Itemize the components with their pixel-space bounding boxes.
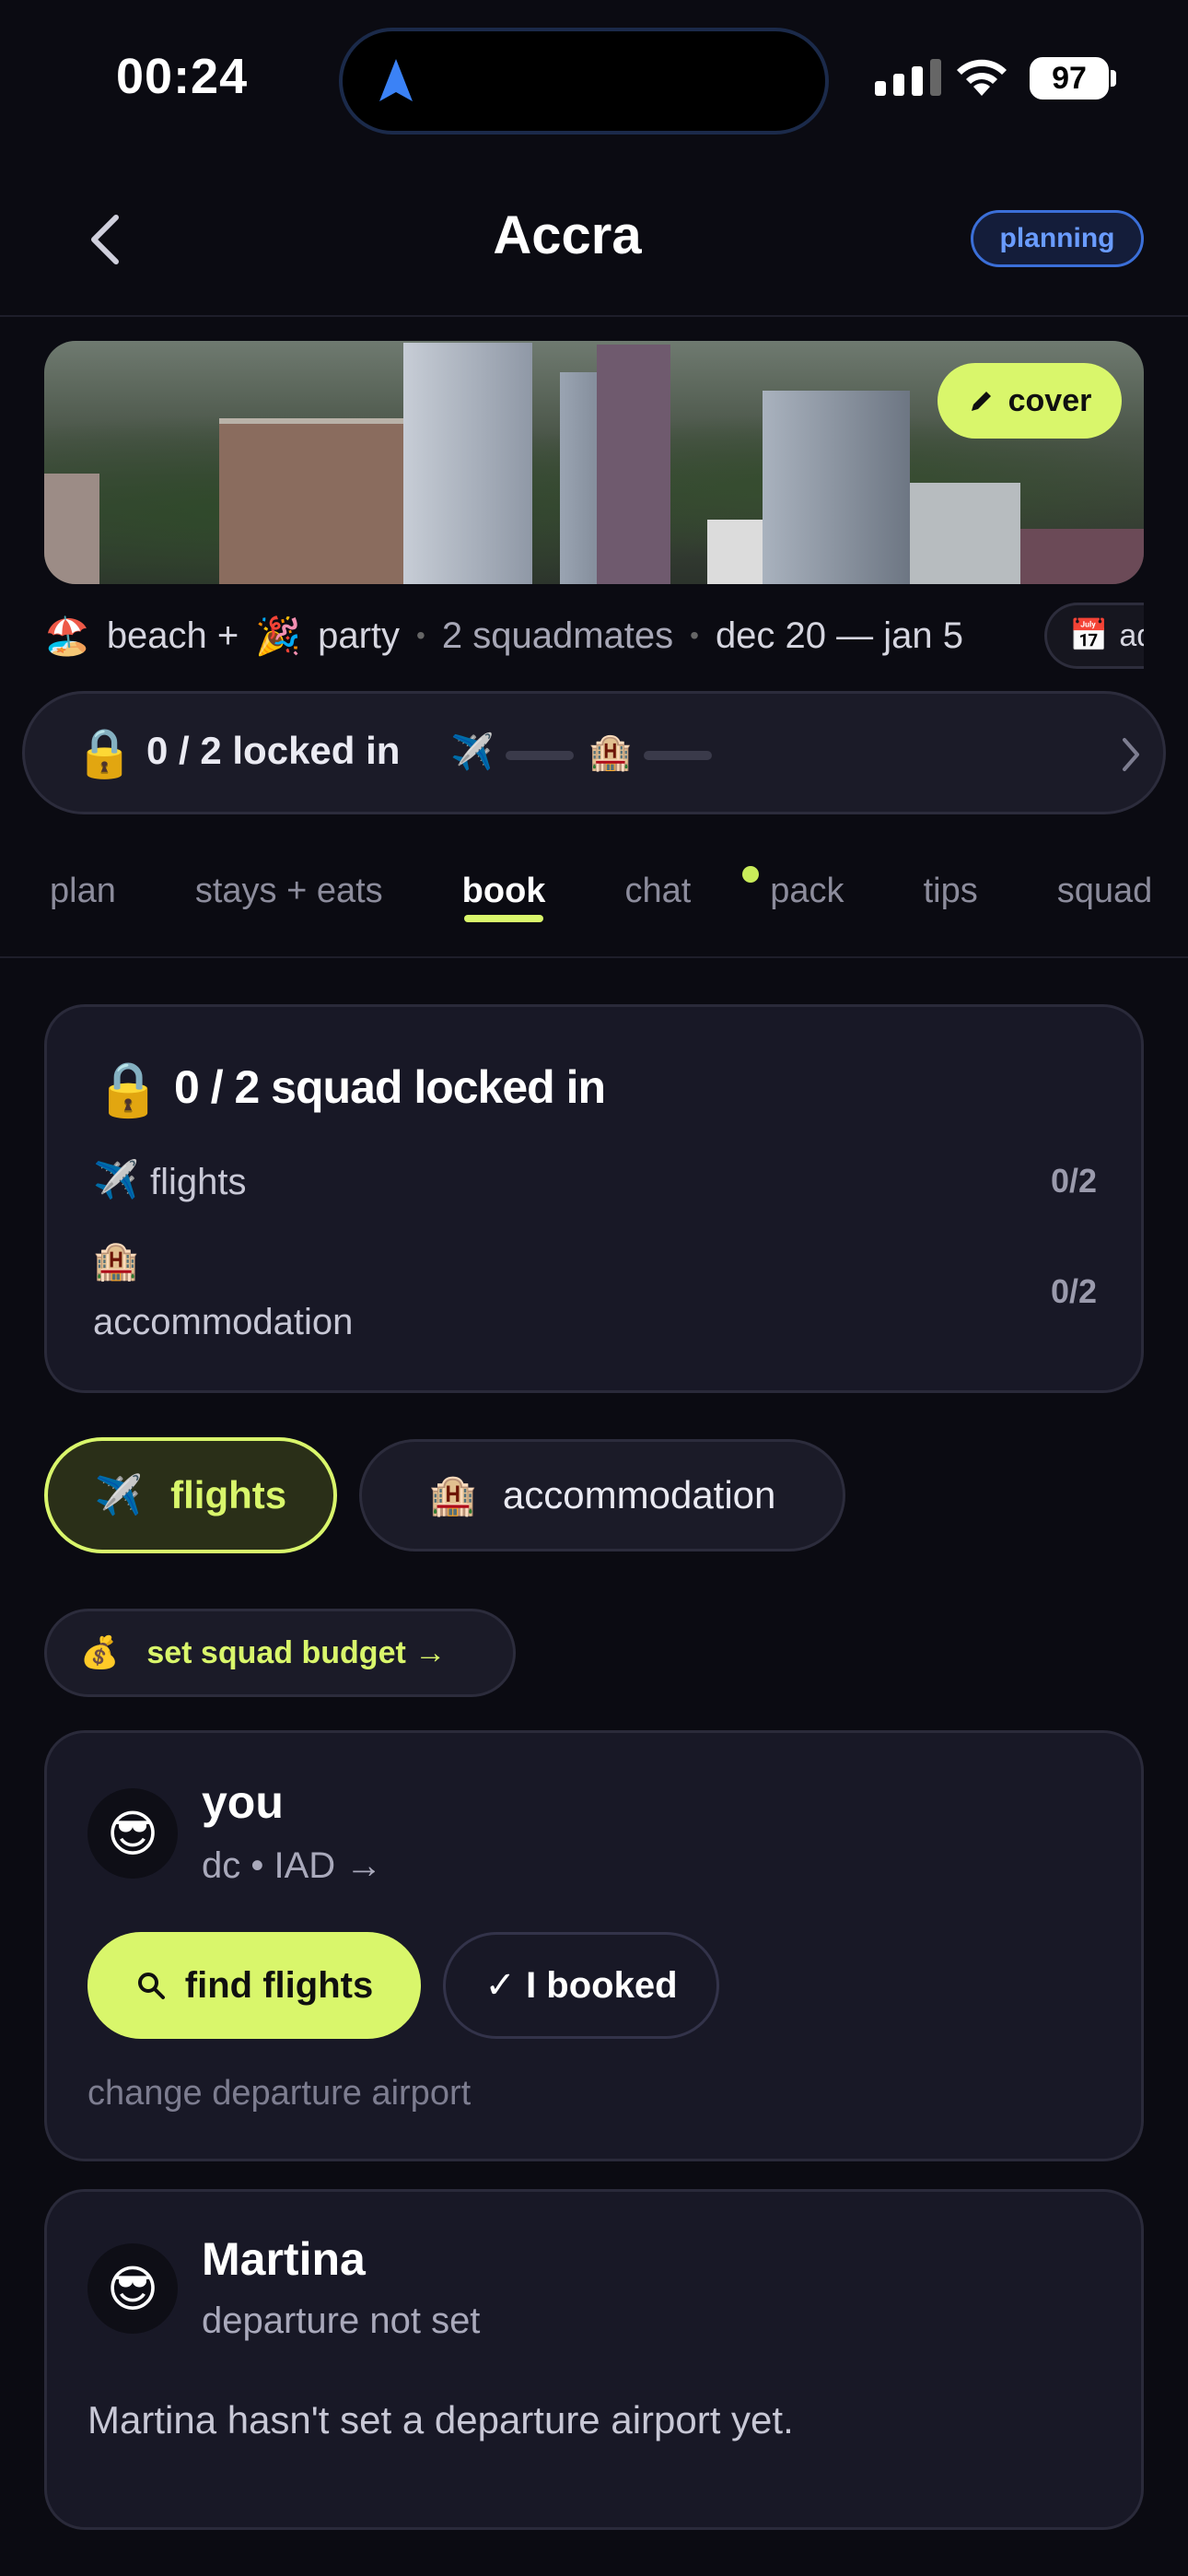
vibe-beach: beach + — [106, 615, 239, 656]
add-to-calendar-chip[interactable]: 📅 add — [1044, 603, 1144, 669]
squadmates-count: 2 squadmates — [441, 615, 674, 656]
flights-toggle[interactable]: ✈️ flights — [44, 1437, 337, 1553]
page-title: Accra — [493, 205, 642, 265]
tab-book[interactable]: book — [462, 872, 545, 922]
calendar-chip-label: add — [1119, 617, 1144, 653]
locked-in-text: 0 / 2 locked in — [146, 729, 401, 772]
set-budget-button[interactable]: 💰 set squad budget → — [44, 1609, 516, 1697]
location-arrow-icon — [379, 59, 413, 101]
dynamic-island — [339, 28, 829, 135]
plane-icon: ✈️ — [93, 1160, 139, 1200]
member-departure: departure not set — [202, 2301, 481, 2341]
avatar: 😎 — [87, 2243, 178, 2334]
battery-tip — [1111, 70, 1116, 87]
cover-button-label: cover — [1007, 382, 1092, 418]
member-departure[interactable]: dc • IAD → — [202, 1845, 382, 1887]
status-time: 00:24 — [116, 49, 249, 104]
i-booked-button[interactable]: ✓ I booked — [443, 1932, 719, 2039]
summary-row-value: 0/2 — [1050, 1272, 1097, 1310]
flights-progress — [506, 751, 574, 760]
lock-icon: 🔒 — [75, 727, 134, 780]
hotel-icon: 🏨 — [588, 733, 633, 772]
tab-chat[interactable]: chat — [624, 872, 691, 911]
change-departure-link[interactable]: change departure airport — [87, 2074, 471, 2113]
avatar: 😎 — [87, 1788, 178, 1879]
battery-icon: 97 — [1030, 57, 1109, 100]
section-tabs: plan stays + eats book chat pack tips sq… — [50, 872, 1153, 922]
member-note: Martina hasn't set a departure airport y… — [87, 2398, 794, 2441]
hotel-icon: 🏨 — [428, 1472, 477, 1516]
summary-title: 0 / 2 squad locked in — [174, 1061, 606, 1113]
status-badge: planning — [971, 210, 1144, 267]
trip-meta-row: 🏖️ beach + 🎉 party • 2 squadmates • dec … — [44, 608, 963, 663]
pencil-icon — [971, 392, 991, 411]
hotel-icon: 🏨 — [93, 1241, 139, 1282]
member-card-you: 😎 you dc • IAD → find flights ✓ I booked… — [44, 1730, 1144, 2161]
unread-dot — [742, 866, 759, 883]
money-bag-icon: 💰 — [80, 1635, 120, 1670]
calendar-icon: 📅 — [1069, 618, 1109, 653]
tab-stays-eats[interactable]: stays + eats — [195, 872, 383, 911]
accommodation-toggle-label: accommodation — [502, 1473, 776, 1516]
wifi-icon — [957, 59, 1007, 96]
flights-toggle-label: flights — [170, 1473, 287, 1516]
tabs-divider — [0, 956, 1188, 958]
summary-row-value: 0/2 — [1050, 1162, 1097, 1200]
accommodation-progress — [644, 751, 712, 760]
tab-pack[interactable]: pack — [770, 872, 844, 911]
signal-icon — [875, 59, 941, 96]
accommodation-toggle[interactable]: 🏨 accommodation — [359, 1439, 845, 1551]
lock-icon: 🔒 — [95, 1060, 162, 1119]
find-flights-label: find flights — [184, 1964, 374, 2006]
locked-in-progress-bar[interactable]: 🔒 0 / 2 locked in ✈️ 🏨 — [22, 691, 1166, 814]
edit-cover-button[interactable]: cover — [938, 363, 1122, 439]
tab-tips[interactable]: tips — [924, 872, 978, 911]
summary-row-label: flights — [150, 1162, 247, 1202]
member-card-martina: 😎 Martina departure not set Martina hasn… — [44, 2189, 1144, 2530]
vibe-party: party — [318, 615, 401, 656]
set-budget-label: set squad budget → — [146, 1634, 447, 1670]
separator-dot: • — [690, 621, 699, 650]
beach-emoji: 🏖️ — [44, 615, 90, 657]
chevron-right-icon — [1123, 738, 1139, 771]
plane-icon: ✈️ — [94, 1472, 144, 1516]
plane-icon: ✈️ — [450, 733, 495, 772]
separator-dot: • — [416, 621, 425, 650]
tab-plan[interactable]: plan — [50, 872, 116, 911]
trip-dates: dec 20 — jan 5 — [715, 615, 963, 656]
member-name: Martina — [202, 2233, 366, 2285]
find-flights-button[interactable]: find flights — [87, 1932, 421, 2039]
summary-row-label: accommodation — [93, 1302, 354, 1342]
party-emoji: 🎉 — [255, 615, 302, 657]
search-icon — [137, 1973, 165, 1999]
header-divider — [0, 315, 1188, 317]
member-name: you — [202, 1776, 284, 1828]
locked-in-summary-card: 🔒 0 / 2 squad locked in ✈️ flights 0/2 🏨… — [44, 1004, 1144, 1393]
tab-squad[interactable]: squad — [1057, 872, 1153, 911]
